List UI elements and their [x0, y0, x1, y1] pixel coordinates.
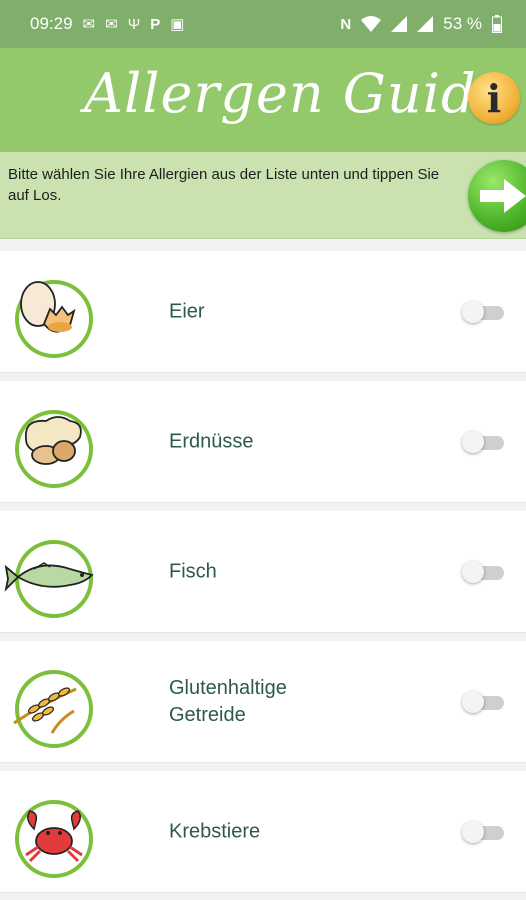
allergen-list: Eier Erdnüsse Fisch Glutenhaltige Getrei…	[0, 239, 526, 892]
go-button[interactable]	[468, 160, 526, 232]
info-icon: i	[486, 75, 502, 121]
list-item-gluten[interactable]: Glutenhaltige Getreide	[0, 641, 526, 762]
status-left: 09:29 ✉ ✉ Ψ P ▣	[30, 14, 184, 34]
allergen-label: Krebstiere	[169, 820, 261, 842]
toggle-thumb	[462, 560, 484, 583]
toggle-thumb	[462, 820, 484, 843]
status-bar: 09:29 ✉ ✉ Ψ P ▣ N 53 %	[0, 0, 526, 48]
allergen-toggle[interactable]	[462, 300, 504, 323]
allergen-toggle[interactable]	[462, 690, 504, 713]
screenshot-icon: ▣	[170, 15, 185, 33]
list-item-krebstiere[interactable]: Krebstiere	[0, 771, 526, 892]
list-item-fisch[interactable]: Fisch	[0, 511, 526, 632]
instruction-bar: Bitte wählen Sie Ihre Allergien aus der …	[0, 152, 526, 239]
list-item-erdnuesse[interactable]: Erdnüsse	[0, 381, 526, 502]
allergen-label: Erdnüsse	[169, 430, 254, 452]
message-icon: ✉	[105, 15, 118, 33]
toggle-thumb	[462, 430, 484, 453]
nfc-icon: N	[340, 15, 352, 33]
list-item-eier[interactable]: Eier	[0, 251, 526, 372]
info-button[interactable]: i	[468, 72, 520, 124]
app-title: Allergen Guide	[84, 62, 510, 125]
battery-percent: 53 %	[443, 14, 482, 33]
allergen-toggle[interactable]	[462, 430, 504, 453]
egg-icon	[15, 280, 93, 358]
signal-icon	[391, 16, 408, 32]
instruction-text: Bitte wählen Sie Ihre Allergien aus der …	[8, 166, 440, 204]
crab-icon	[15, 800, 93, 878]
usb-icon: Ψ	[127, 15, 141, 33]
allergen-label: Fisch	[169, 560, 217, 582]
battery-icon	[492, 15, 502, 33]
peanut-icon	[15, 410, 93, 488]
allergen-label: Eier	[169, 300, 205, 322]
arrow-right-icon	[480, 179, 526, 213]
wheat-icon	[13, 670, 93, 748]
app-header: Allergen Guide i	[0, 48, 526, 152]
toggle-thumb	[462, 690, 484, 713]
allergen-label: Glutenhaltige Getreide	[169, 676, 287, 726]
wifi-icon	[361, 16, 382, 32]
toggle-thumb	[462, 300, 484, 323]
allergen-toggle[interactable]	[462, 820, 504, 843]
status-time: 09:29	[30, 14, 73, 33]
allergen-toggle[interactable]	[462, 560, 504, 583]
message-icon: ✉	[82, 15, 96, 33]
signal-icon	[417, 16, 434, 32]
status-right: N 53 %	[340, 14, 502, 34]
p-icon: P	[150, 15, 161, 33]
fish-icon	[4, 540, 94, 618]
